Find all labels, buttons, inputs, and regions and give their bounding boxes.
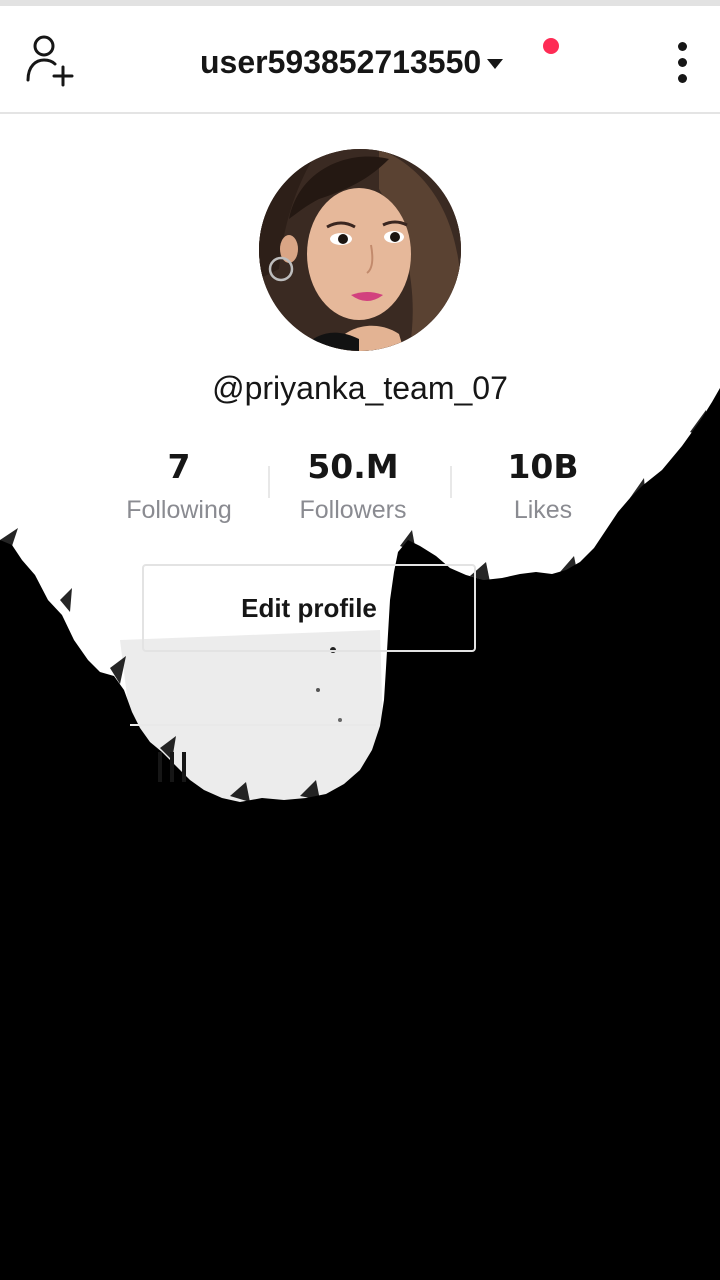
avatar[interactable] [259, 149, 461, 351]
stat-divider [450, 466, 452, 498]
username: @priyanka_team_07 [212, 370, 508, 406]
edit-profile-button[interactable]: Edit profile [142, 564, 476, 652]
following-count: 7 [167, 447, 191, 486]
likes-count: 10B [507, 447, 579, 486]
tab-divider [130, 724, 376, 726]
account-name: user593852713550 [200, 43, 482, 80]
notification-dot [543, 38, 559, 54]
likes-label: Likes [513, 496, 573, 524]
top-bar: user593852713550 [0, 6, 720, 114]
profile-content: @priyanka_team_07 7 Following 50.M Follo… [0, 0, 720, 1280]
stat-likes[interactable]: 10B Likes [453, 446, 633, 525]
profile-screen: user593852713550 @priyanka_team_07 7 Fol… [0, 0, 720, 1280]
more-vertical-icon[interactable] [664, 42, 700, 90]
stat-following[interactable]: 7 Following [89, 446, 269, 525]
video-grid-icon[interactable] [152, 748, 192, 788]
following-label: Following [126, 496, 232, 524]
add-user-icon[interactable] [20, 34, 76, 90]
followers-label: Followers [299, 496, 407, 524]
profile-photo [259, 149, 461, 351]
account-switcher[interactable]: user593852713550 [200, 40, 504, 84]
stat-followers[interactable]: 50.M Followers [263, 446, 443, 525]
edit-profile-label: Edit profile [241, 592, 377, 623]
followers-count: 50.M [307, 447, 399, 486]
caret-down-icon [487, 59, 504, 69]
